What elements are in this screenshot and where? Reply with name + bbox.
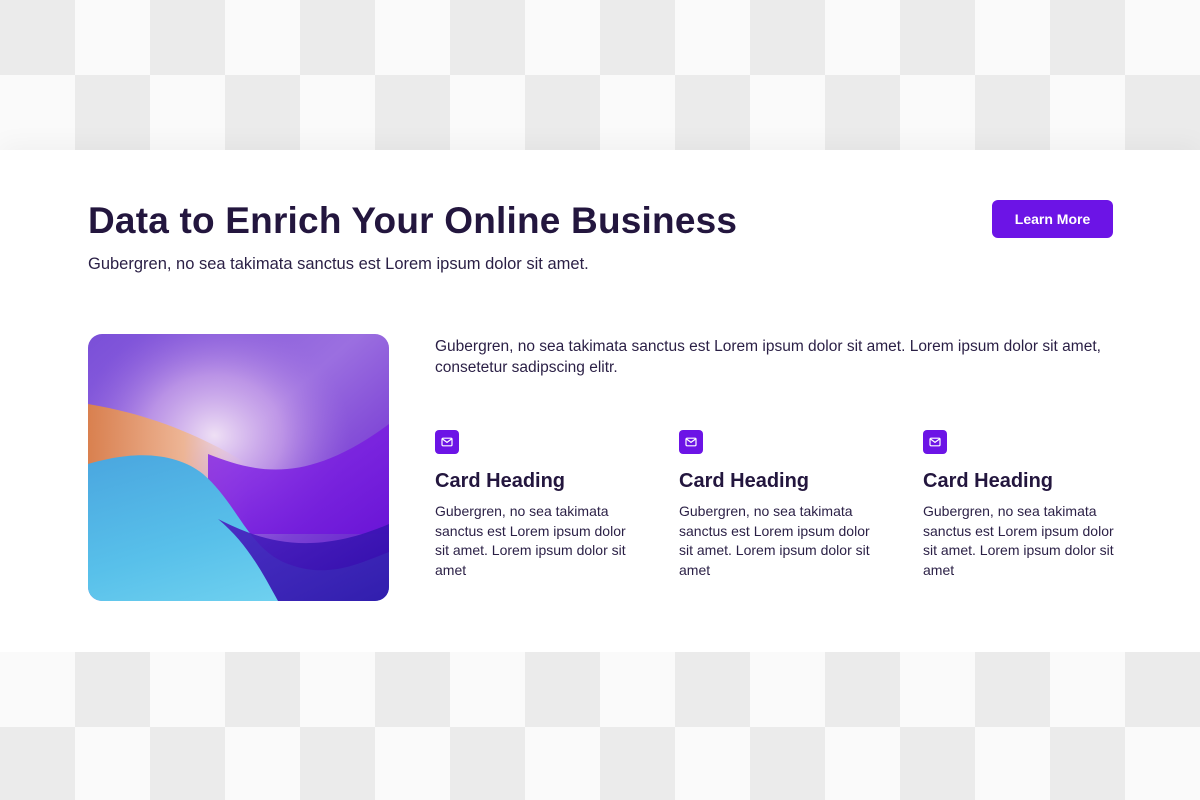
card-body: Gubergren, no sea takimata sanctus est L… xyxy=(435,503,626,578)
feature-card: Card Heading Gubergren, no sea takimata … xyxy=(679,430,879,580)
card-heading: Card Heading xyxy=(435,470,566,492)
learn-more-button[interactable]: Learn More xyxy=(992,200,1113,238)
card-heading: Card Heading xyxy=(923,470,1054,492)
feature-card: Card Heading Gubergren, no sea takimata … xyxy=(923,430,1123,580)
transparent-background-top xyxy=(0,0,1200,150)
transparent-background-bottom xyxy=(0,652,1200,800)
mail-icon xyxy=(923,430,947,454)
mail-icon xyxy=(435,430,459,454)
card-body: Gubergren, no sea takimata sanctus est L… xyxy=(923,503,1114,578)
card-heading: Card Heading xyxy=(679,470,810,492)
page-title: Data to Enrich Your Online Business xyxy=(88,200,738,241)
abstract-gradient-image xyxy=(88,334,389,601)
feature-card: Card Heading Gubergren, no sea takimata … xyxy=(435,430,635,580)
mail-icon xyxy=(679,430,703,454)
section-lead-text: Gubergren, no sea takimata sanctus est L… xyxy=(435,338,1101,376)
page-subtitle: Gubergren, no sea takimata sanctus est L… xyxy=(88,255,589,273)
card-body: Gubergren, no sea takimata sanctus est L… xyxy=(679,503,870,578)
